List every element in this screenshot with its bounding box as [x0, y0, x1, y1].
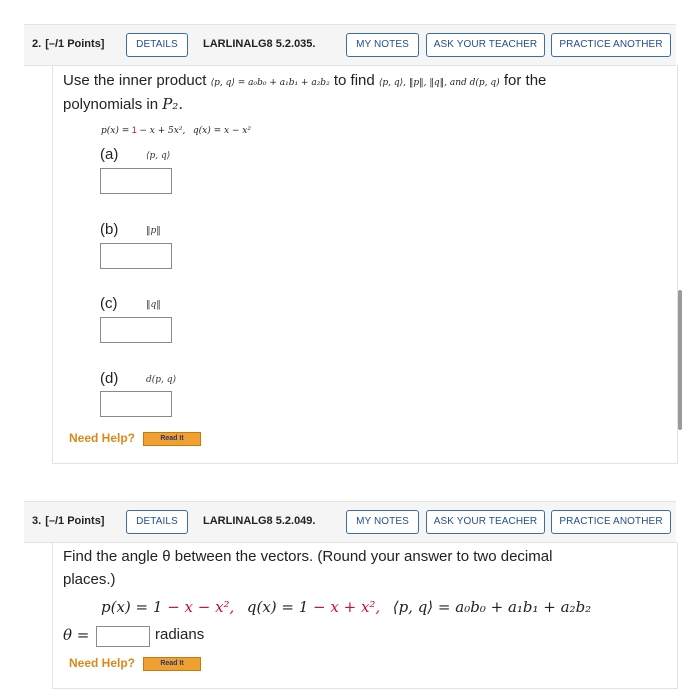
q3-read-it-button[interactable]: Read It: [143, 657, 201, 671]
q2-header: 2. [–/1 Points] DETAILS LARLINALG8 5.2.03…: [24, 24, 676, 66]
q2-my-notes-button[interactable]: MY NOTES: [346, 33, 419, 57]
q2-need-help-label: Need Help?: [69, 431, 136, 445]
q3-prompt-line1: Find the angle θ between the vectors. (R…: [63, 548, 553, 565]
q3-need-help-label: Need Help?: [69, 656, 136, 670]
part-a-label: (a): [100, 146, 119, 163]
part-c-label: (c): [100, 295, 118, 312]
q3-theta-answer-input[interactable]: [96, 626, 150, 647]
q3-unit-label: radians: [155, 626, 205, 643]
q2-inner-product-def: ⟨p, q⟩ = a₀b₀ + a₁b₁ + a₂b₂: [210, 78, 330, 88]
q2-read-it-button[interactable]: Read It: [143, 432, 201, 446]
q2-polynomials: p(x) = 1 − x + 5x², q(x) = x − x²: [101, 125, 251, 136]
part-b-label: (b): [100, 221, 119, 238]
q3-practice-another-button[interactable]: PRACTICE ANOTHER: [551, 510, 671, 534]
q2-find-list: ⟨p, q⟩, ‖p‖, ‖q‖, and d(p, q): [378, 78, 500, 88]
q3-details-button[interactable]: DETAILS: [126, 510, 188, 534]
page-scrollbar[interactable]: [678, 290, 682, 430]
q2-prompt-line2: polynomials in P₂.: [63, 95, 184, 113]
q2-practice-another-button[interactable]: PRACTICE ANOTHER: [551, 33, 671, 57]
q2-prompt-line1: Use the inner product ⟨p, q⟩ = a₀b₀ + a₁…: [63, 72, 547, 89]
part-d-expression: d(p, q): [146, 375, 177, 385]
q3-header: 3. [–/1 Points] DETAILS LARLINALG8 5.2.04…: [24, 501, 676, 543]
q3-theta-label: θ =: [63, 626, 90, 644]
q2-problem-code: LARLINALG8 5.2.035.: [203, 38, 316, 50]
q3-definitions: p(x) = 1 − x − x², q(x) = 1 − x + x², ⟨p…: [101, 598, 592, 616]
part-b-expression: ‖p‖: [146, 226, 161, 236]
q3-number: 3. [–/1 Points]: [32, 515, 105, 527]
part-a-expression: ⟨p, q⟩: [146, 151, 171, 161]
part-a-answer-input[interactable]: [100, 168, 172, 194]
q3-ask-teacher-button[interactable]: ASK YOUR TEACHER: [426, 510, 545, 534]
q2-details-button[interactable]: DETAILS: [126, 33, 188, 57]
q2-number: 2. [–/1 Points]: [32, 38, 105, 50]
part-c-expression: ‖q‖: [146, 300, 161, 310]
q3-my-notes-button[interactable]: MY NOTES: [346, 510, 419, 534]
q2-ask-teacher-button[interactable]: ASK YOUR TEACHER: [426, 33, 545, 57]
part-c-answer-input[interactable]: [100, 317, 172, 343]
part-b-answer-input[interactable]: [100, 243, 172, 269]
q3-prompt-line2: places.): [63, 571, 116, 588]
part-d-answer-input[interactable]: [100, 391, 172, 417]
part-d-label: (d): [100, 370, 119, 387]
q3-problem-code: LARLINALG8 5.2.049.: [203, 515, 316, 527]
